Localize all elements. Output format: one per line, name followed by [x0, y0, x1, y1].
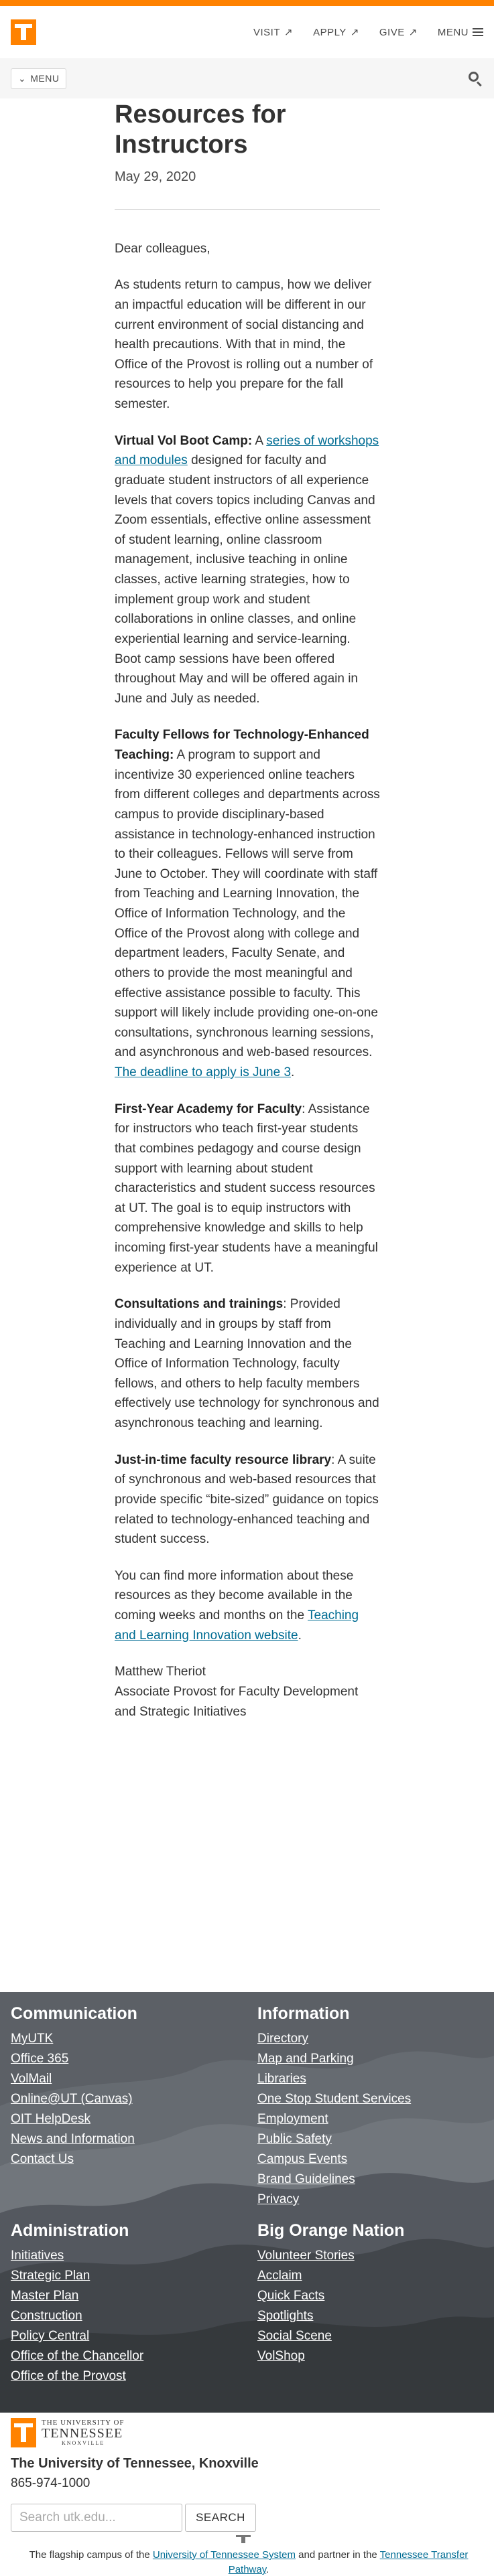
ut-knoxville-logo[interactable]: THE UNIVERSITY OF TENNESSEE KNOXVILLE [11, 2418, 125, 2447]
publish-date: May 29, 2020 [115, 169, 196, 184]
utility-nav: VISIT ↗ APPLY ↗ GIVE ↗ MENU [253, 26, 483, 38]
footer-link-provost[interactable]: Office of the Provost [11, 2366, 239, 2386]
consultations-paragraph: Consultations and trainings: Provided in… [115, 1297, 379, 1431]
signature-name: Matthew Theriot [115, 1665, 206, 1679]
footer-big-orange-nation: Big Orange Nation Volunteer Stories Accl… [257, 2221, 485, 2366]
footer-link-social[interactable]: Social Scene [257, 2326, 485, 2346]
first-year-academy-paragraph: First-Year Academy for Faculty: Assistan… [115, 1102, 378, 1275]
signature: Matthew Theriot Associate Provost for Fa… [115, 1662, 380, 1722]
site-search-input[interactable] [11, 2504, 182, 2532]
divider [115, 208, 380, 210]
article: Resources for Instructors May 29, 2020 D… [115, 100, 380, 1722]
university-name: The University of Tennessee, Knoxville [11, 2456, 259, 2471]
footer-link-quick-facts[interactable]: Quick Facts [257, 2286, 485, 2306]
more-info-paragraph: You can find more information about thes… [115, 1568, 359, 1643]
footer-link-safety[interactable]: Public Safety [257, 2129, 485, 2149]
flagship-statement: The flagship campus of the University of… [29, 2549, 469, 2575]
footer-link-construction[interactable]: Construction [11, 2306, 239, 2326]
site-menu-bar: ⌄ MENU [0, 58, 494, 98]
visit-link[interactable]: VISIT ↗ [253, 26, 294, 39]
footer-link-acclaim[interactable]: Acclaim [257, 2266, 485, 2286]
phone-number[interactable]: 865-974-1000 [11, 2476, 90, 2491]
footer-link-directory[interactable]: Directory [257, 2029, 485, 2049]
faculty-fellows-paragraph: Faculty Fellows for Technology-Enhanced … [115, 728, 380, 1080]
footer-link-brand[interactable]: Brand Guidelines [257, 2170, 485, 2190]
footer-link-initiatives[interactable]: Initiatives [11, 2246, 239, 2266]
ut-glyph-icon [236, 2535, 251, 2543]
footer-link-myutk[interactable]: MyUTK [11, 2029, 239, 2049]
chevron-down-icon: ⌄ [18, 72, 27, 84]
ut-power-t-logo[interactable] [11, 19, 36, 45]
give-link[interactable]: GIVE ↗ [379, 26, 418, 39]
page-title: Resources for Instructors [115, 100, 286, 159]
footer-link-volshop[interactable]: VolShop [257, 2346, 485, 2366]
brand-stripe [0, 0, 494, 6]
footer-link-office365[interactable]: Office 365 [11, 2049, 239, 2069]
footer-link-helpdesk[interactable]: OIT HelpDesk [11, 2109, 239, 2129]
footer-link-news[interactable]: News and Information [11, 2129, 239, 2149]
power-t-icon [11, 2418, 36, 2447]
hamburger-icon [473, 28, 483, 36]
apply-deadline-link[interactable]: The deadline to apply is June 3 [115, 1065, 291, 1079]
external-arrow-icon: ↗ [408, 27, 418, 38]
footer-link-libraries[interactable]: Libraries [257, 2069, 485, 2089]
greeting: Dear colleagues, [115, 241, 210, 256]
footer-link-chancellor[interactable]: Office of the Chancellor [11, 2346, 239, 2366]
footer-link-volunteer-stories[interactable]: Volunteer Stories [257, 2246, 485, 2266]
footer-link-contact[interactable]: Contact Us [11, 2149, 239, 2170]
external-arrow-icon: ↗ [350, 27, 359, 38]
footer-link-master-plan[interactable]: Master Plan [11, 2286, 239, 2306]
footer-link-onestop[interactable]: One Stop Student Services [257, 2089, 485, 2109]
footer-link-spotlights[interactable]: Spotlights [257, 2306, 485, 2326]
footer-administration: Administration Initiatives Strategic Pla… [11, 2221, 239, 2386]
signature-title: Associate Provost for Faculty Developmen… [115, 1684, 359, 1719]
university-info: THE UNIVERSITY OF TENNESSEE KNOXVILLE Th… [0, 2413, 494, 2576]
boot-camp-paragraph: Virtual Vol Boot Camp: A series of works… [115, 433, 379, 706]
top-header: VISIT ↗ APPLY ↗ GIVE ↗ MENU [0, 6, 494, 58]
footer-link-strategic-plan[interactable]: Strategic Plan [11, 2266, 239, 2286]
site-footer: Communication MyUTK Office 365 VolMail O… [0, 1992, 494, 2413]
section-menu-button[interactable]: ⌄ MENU [11, 68, 67, 89]
footer-link-privacy[interactable]: Privacy [257, 2190, 485, 2210]
apply-link[interactable]: APPLY ↗ [313, 26, 359, 39]
main-menu-button[interactable]: MENU [438, 27, 483, 38]
footer-information: Information Directory Map and Parking Li… [257, 2004, 485, 2210]
footer-link-canvas[interactable]: Online@UT (Canvas) [11, 2089, 239, 2109]
search-icon[interactable] [467, 70, 483, 87]
footer-link-employment[interactable]: Employment [257, 2109, 485, 2129]
external-arrow-icon: ↗ [284, 27, 294, 38]
footer-communication: Communication MyUTK Office 365 VolMail O… [11, 2004, 239, 2170]
footer-link-volmail[interactable]: VolMail [11, 2069, 239, 2089]
site-search-button[interactable]: SEARCH [185, 2504, 256, 2532]
footer-link-events[interactable]: Campus Events [257, 2149, 485, 2170]
intro-paragraph: As students return to campus, how we del… [115, 278, 373, 412]
footer-link-policy[interactable]: Policy Central [11, 2326, 239, 2346]
resource-library-paragraph: Just-in-time faculty resource library: A… [115, 1452, 379, 1547]
footer-link-map[interactable]: Map and Parking [257, 2049, 485, 2069]
ut-system-link[interactable]: University of Tennessee System [153, 2549, 296, 2561]
